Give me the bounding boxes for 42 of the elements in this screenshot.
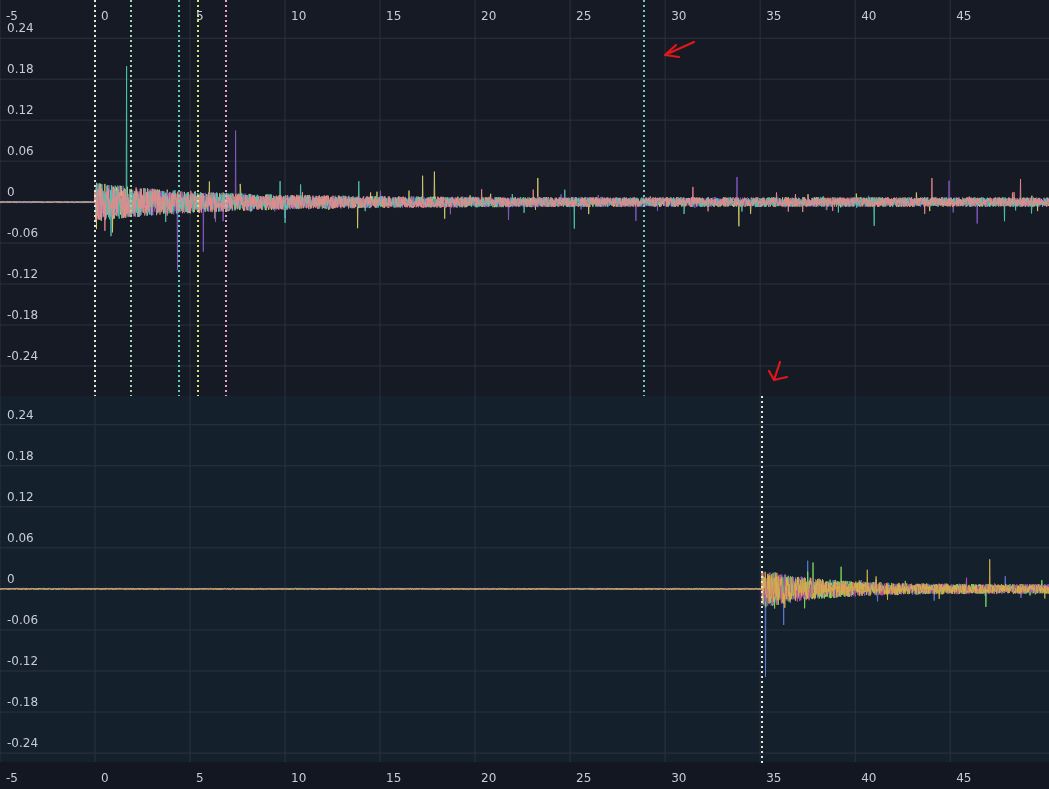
x-tick-label: 0: [101, 9, 109, 23]
x-tick-label: 25: [576, 771, 592, 785]
x-tick-label: 20: [481, 771, 497, 785]
y-tick-label: -0.18: [7, 695, 39, 710]
x-tick-label: 45: [956, 9, 972, 23]
y-tick-label: -0.18: [7, 308, 39, 322]
x-tick-label: 5: [196, 9, 204, 23]
y-tick-label: 0.24: [7, 407, 34, 422]
x-tick-label: 40: [861, 9, 877, 23]
x-tick-label: 40: [861, 771, 877, 785]
x-tick-label: 20: [481, 9, 497, 23]
x-tick-label: 10: [291, 771, 307, 785]
x-tick-label: 0: [101, 771, 109, 785]
y-tick-label: 0.24: [7, 21, 34, 36]
y-tick-label: 0.06: [7, 144, 34, 159]
arrow-mark: [663, 40, 696, 59]
y-tick-label: 0.12: [7, 489, 34, 504]
x-tick-label: 15: [386, 9, 402, 23]
y-tick-label: -0.24: [7, 736, 39, 751]
x-tick-label: 30: [671, 771, 687, 785]
x-tick-label: 10: [291, 9, 307, 23]
x-tick-label: 35: [766, 771, 782, 785]
x-tick-label: 25: [576, 9, 592, 23]
y-tick-label: 0.12: [7, 103, 34, 118]
x-tick-label: -5: [6, 9, 18, 23]
y-tick-label: -0.12: [7, 267, 39, 282]
y-tick-label: 0.18: [7, 62, 34, 77]
y-tick-label: 0.06: [7, 530, 34, 545]
y-tick-label: -0.06: [7, 612, 39, 627]
y-tick-label: -0.12: [7, 654, 39, 668]
y-tick-label: 0: [7, 571, 15, 586]
y-tick-label: 0.18: [7, 448, 34, 463]
x-tick-label: 30: [671, 9, 687, 23]
y-tick-label: -0.06: [7, 226, 39, 241]
x-tick-label: 15: [386, 771, 402, 785]
x-tick-label: 35: [766, 9, 782, 23]
y-tick-label: -0.24: [7, 348, 39, 363]
x-tick-label: 5: [196, 771, 204, 785]
x-tick-label: 45: [956, 771, 972, 785]
arrow-mark: [767, 360, 789, 382]
x-tick-label: -5: [6, 771, 18, 785]
y-tick-label: 0: [7, 185, 15, 200]
